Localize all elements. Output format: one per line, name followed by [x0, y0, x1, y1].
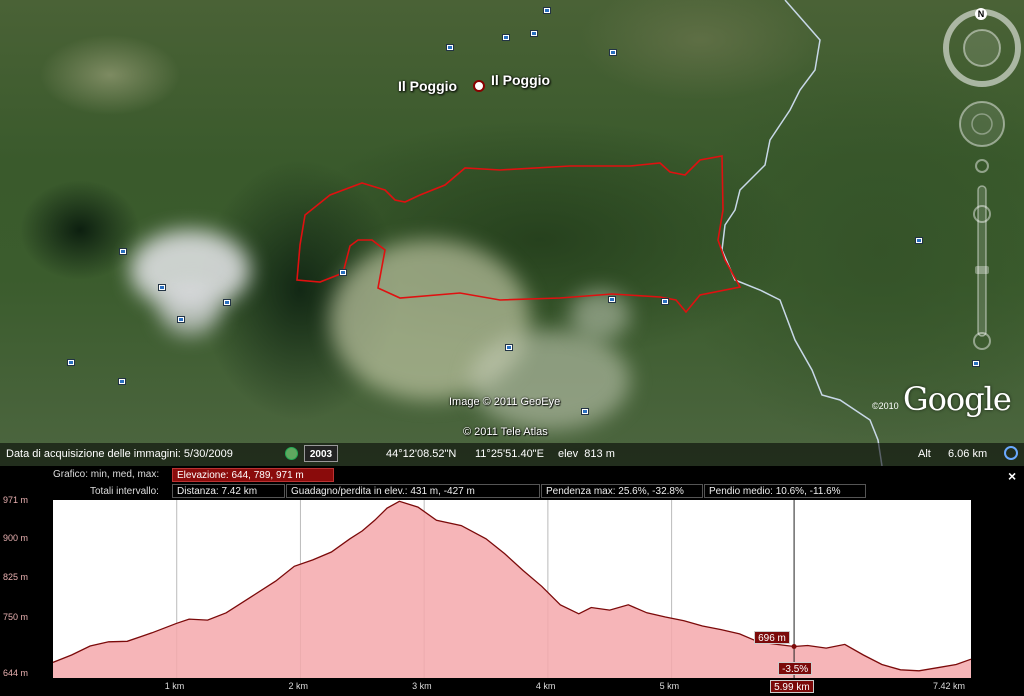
photo-pin-icon[interactable]: [339, 269, 347, 276]
x-tick-label: 3 km: [412, 681, 432, 691]
photo-pin-icon[interactable]: [543, 7, 551, 14]
historical-imagery-clock-icon[interactable]: [285, 447, 298, 460]
y-tick-label: 971 m: [3, 495, 29, 506]
x-tick-label: 5 km: [659, 681, 680, 691]
y-tick-label: 825 m: [3, 572, 29, 583]
cursor-point: [791, 644, 797, 650]
historical-year-button[interactable]: 2003: [304, 445, 338, 462]
photo-pin-icon[interactable]: [119, 248, 127, 255]
gps-track: [296, 155, 742, 314]
y-tick-label: 644 m: [3, 668, 29, 678]
photo-pin-icon[interactable]: [177, 316, 185, 323]
photo-pin-icon[interactable]: [915, 237, 923, 244]
y-tick-label: 900 m: [3, 532, 29, 543]
photo-pin-icon[interactable]: [581, 408, 589, 415]
admin-boundary: [721, 0, 883, 466]
zoom-slider-thumb[interactable]: [975, 266, 989, 274]
photo-pin-icon[interactable]: [661, 298, 669, 305]
google-copyright-year: ©2010: [872, 401, 899, 411]
latitude-readout: 44°12'08.52"N: [386, 448, 457, 460]
status-indicator-icon: [1004, 446, 1018, 460]
look-joystick-icon[interactable]: [959, 101, 1005, 147]
photo-pin-icon[interactable]: [502, 34, 510, 41]
photo-pin-icon[interactable]: [505, 344, 513, 351]
imagery-credit: Image © 2011 GeoEye: [449, 396, 561, 408]
x-tick-label: 7.42 km: [933, 681, 966, 691]
y-tick-label: 750 m: [3, 612, 29, 623]
compass-north-label: N: [975, 8, 987, 20]
elevation-profile-chart[interactable]: [0, 466, 1024, 696]
satellite-map-view[interactable]: Il Poggio Il Poggio Image © 2011 GeoEye …: [0, 0, 1024, 466]
photo-pin-icon[interactable]: [118, 378, 126, 385]
altitude-readout: 6.06 km: [948, 448, 988, 460]
photo-pin-icon[interactable]: [608, 296, 616, 303]
compass-center-icon[interactable]: [963, 29, 1001, 67]
x-tick-label: 2 km: [288, 681, 308, 691]
tele-atlas-credit: © 2011 Tele Atlas: [463, 426, 548, 438]
place-marker-icon[interactable]: [473, 80, 485, 92]
x-tick-label: 1 km: [164, 681, 185, 691]
cursor-distance-flag: 5.99 km: [770, 680, 814, 693]
cursor-elevation-flag: 696 m: [754, 630, 790, 644]
altitude-label: Alt: [918, 448, 931, 460]
photo-pin-icon[interactable]: [158, 284, 166, 291]
map-status-bar: Data di acquisizione delle immagini: 5/3…: [0, 443, 1024, 466]
imagery-date-label: Data di acquisizione delle immagini: 5/3…: [6, 448, 233, 460]
longitude-readout: 11°25'51.40"E: [475, 448, 544, 460]
place-label-il-poggio[interactable]: Il Poggio: [398, 78, 457, 94]
x-tick-label: 4 km: [535, 681, 556, 691]
photo-pin-icon[interactable]: [67, 359, 75, 366]
place-label-il-poggio[interactable]: Il Poggio: [491, 72, 550, 88]
photo-pin-icon[interactable]: [530, 30, 538, 37]
photo-pin-icon[interactable]: [446, 44, 454, 51]
google-logo: Google: [903, 380, 1012, 418]
elevation-profile-panel: Grafico: min, med, max: Elevazione: 644,…: [0, 466, 1024, 696]
photo-pin-icon[interactable]: [609, 49, 617, 56]
photo-pin-icon[interactable]: [223, 299, 231, 306]
zoom-slider-track[interactable]: [977, 185, 987, 337]
street-view-person-icon[interactable]: [975, 159, 989, 173]
cursor-slope-flag: -3.5%: [778, 662, 813, 675]
navigation-controls[interactable]: [942, 6, 1022, 366]
elevation-readout: elev 813 m: [558, 448, 615, 460]
